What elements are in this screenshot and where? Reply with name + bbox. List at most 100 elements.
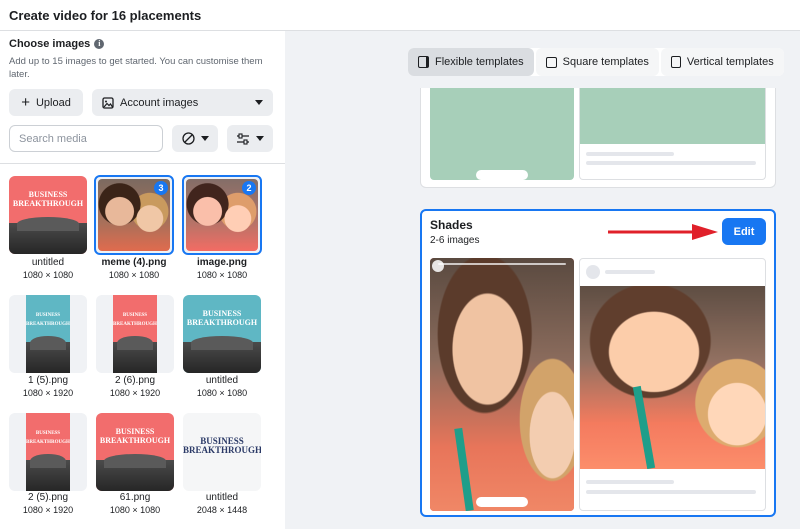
settings-dropdown[interactable] xyxy=(227,125,273,152)
tab-square-templates[interactable]: Square templates xyxy=(535,48,659,76)
poster-image: BUSINESS BREAKTHROUGH xyxy=(96,413,174,491)
media-tile[interactable]: BUSINESS BREAKTHROUGH xyxy=(96,413,174,491)
story-preview xyxy=(430,88,574,180)
media-caption: 1 (5).png 1080 × 1920 xyxy=(3,375,93,399)
placeholder-line xyxy=(586,152,674,156)
poster-text: BUSINESS BREAKTHROUGH xyxy=(99,427,171,445)
placeholder-line xyxy=(605,270,655,274)
template-name: Shades xyxy=(430,218,473,232)
template-image-count: 2-6 images xyxy=(430,235,480,246)
selection-badge: 3 xyxy=(154,181,168,195)
search-media-input[interactable]: Search media xyxy=(9,125,163,152)
chevron-down-icon xyxy=(256,136,264,141)
media-tile[interactable]: BUSINESS BREAKTHROUGH xyxy=(9,413,87,491)
media-caption: 2 (6).png 1080 × 1920 xyxy=(90,375,180,399)
tab-label: Square templates xyxy=(562,56,649,68)
upload-button[interactable]: + Upload xyxy=(9,89,83,116)
media-name: image.png xyxy=(196,257,247,268)
poster-text: BUSINESS BREAKTHROUGH xyxy=(26,431,70,445)
plus-icon: + xyxy=(21,93,30,111)
search-placeholder: Search media xyxy=(19,132,87,145)
poster-image: BUSINESS BREAKTHROUGH xyxy=(26,295,70,373)
help-text: Add up to 15 images to get started. You … xyxy=(9,56,263,80)
poster-text: BUSINESS BREAKTHROUGH xyxy=(113,313,157,327)
filter-dropdown[interactable] xyxy=(172,125,218,152)
page-title: Create video for 16 placements xyxy=(9,8,202,23)
account-images-label: Account images xyxy=(120,96,199,109)
poster-text: BUSINESS BREAKTHROUGH xyxy=(12,190,84,208)
feed-preview-image xyxy=(580,88,765,144)
tab-label: Vertical templates xyxy=(686,56,774,68)
people-photo xyxy=(26,453,70,491)
media-tile-selected[interactable]: 3 xyxy=(94,175,174,255)
people-photo xyxy=(26,335,70,373)
media-dims: 1080 × 1080 xyxy=(22,270,74,280)
media-caption: image.png 1080 × 1080 xyxy=(177,257,267,281)
media-caption: untitled 1080 × 1080 xyxy=(177,375,267,399)
preview-pill xyxy=(476,170,528,180)
media-tile[interactable]: BUSINESS BREAKTHROUGH xyxy=(183,295,261,373)
media-dims: 1080 × 1920 xyxy=(22,388,74,398)
poster-text: BUSINESS BREAKTHROUGH xyxy=(186,309,258,327)
people-photo xyxy=(113,335,157,373)
people-photo xyxy=(96,453,174,491)
media-tile[interactable]: BUSINESS BREAKTHROUGH xyxy=(9,295,87,373)
media-name: 61.png xyxy=(119,492,151,503)
media-name: meme (4).png xyxy=(101,257,167,268)
media-tile[interactable]: BUSINESS BREAKTHROUGH xyxy=(183,413,261,491)
media-name: 2 (5).png xyxy=(27,492,69,503)
media-name: untitled xyxy=(31,257,65,268)
media-name: 2 (6).png xyxy=(114,375,156,386)
media-name: untitled xyxy=(205,375,239,386)
arrow-annotation xyxy=(608,224,718,240)
media-caption: 2 (5).png 1080 × 1920 xyxy=(3,492,93,516)
upload-label: Upload xyxy=(35,96,71,109)
avatar xyxy=(586,265,600,279)
media-dims: 1080 × 1080 xyxy=(196,270,248,280)
square-icon xyxy=(545,56,557,68)
template-tabs: Flexible templates Square templates Vert… xyxy=(408,48,784,76)
media-name: untitled xyxy=(205,492,239,503)
media-dims: 1080 × 1920 xyxy=(109,388,161,398)
media-dims: 1080 × 1920 xyxy=(22,505,74,515)
media-caption: untitled 2048 × 1448 xyxy=(177,492,267,516)
avatar xyxy=(432,260,444,272)
flexible-icon xyxy=(418,56,429,68)
no-filter-icon xyxy=(181,132,195,145)
image-icon xyxy=(102,96,114,109)
media-tile[interactable]: BUSINESS BREAKTHROUGH xyxy=(9,176,87,254)
tab-flexible-templates[interactable]: Flexible templates xyxy=(408,48,534,76)
media-caption: meme (4).png 1080 × 1080 xyxy=(89,257,179,281)
poster-image: BUSINESS BREAKTHROUGH xyxy=(113,295,157,373)
tab-vertical-templates[interactable]: Vertical templates xyxy=(660,48,784,76)
selection-badge: 2 xyxy=(242,181,256,195)
info-icon[interactable]: i xyxy=(94,39,105,49)
people-photo xyxy=(183,335,261,373)
people-photo xyxy=(9,216,87,254)
media-dims: 1080 × 1080 xyxy=(196,388,248,398)
preview-pill xyxy=(476,497,528,507)
chevron-down-icon xyxy=(255,100,263,105)
phone-icon xyxy=(670,56,681,68)
edit-button[interactable]: Edit xyxy=(722,218,766,245)
media-dims: 1080 × 1080 xyxy=(109,505,161,515)
chevron-down-icon xyxy=(200,136,209,141)
media-caption: untitled 1080 × 1080 xyxy=(3,257,93,281)
feed-preview xyxy=(579,258,766,511)
placeholder-line xyxy=(586,490,756,494)
selfie-photo xyxy=(580,286,765,469)
feed-preview-image xyxy=(580,286,765,469)
placeholder-line xyxy=(586,480,674,484)
tab-label: Flexible templates xyxy=(435,56,524,68)
placeholder-line xyxy=(586,161,756,165)
poster-image: BUSINESS BREAKTHROUGH xyxy=(183,295,261,373)
poster-image: BUSINESS BREAKTHROUGH xyxy=(26,413,70,491)
media-tile[interactable]: BUSINESS BREAKTHROUGH xyxy=(96,295,174,373)
media-dims: 1080 × 1080 xyxy=(108,270,160,280)
account-images-dropdown[interactable]: Account images xyxy=(92,89,273,116)
story-progress-bar xyxy=(438,263,566,265)
media-tile-selected[interactable]: 2 xyxy=(182,175,262,255)
story-preview xyxy=(430,258,574,511)
media-name: 1 (5).png xyxy=(27,375,69,386)
media-caption: 61.png 1080 × 1080 xyxy=(90,492,180,516)
